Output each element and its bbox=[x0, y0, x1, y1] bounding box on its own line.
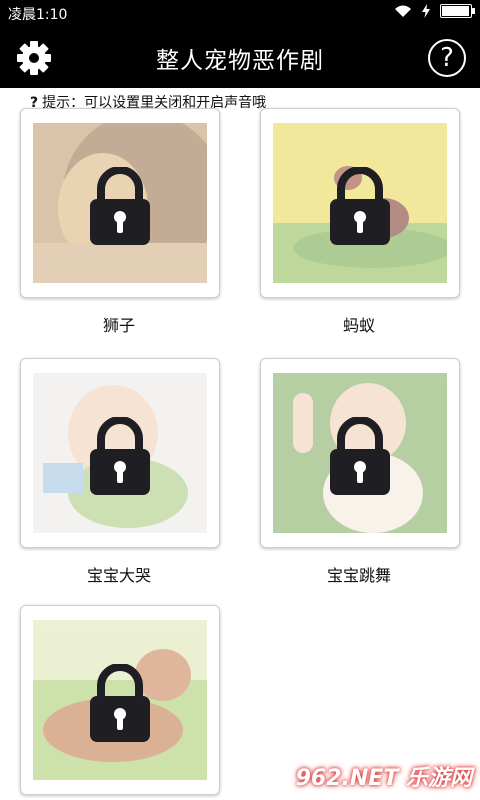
card-lion[interactable] bbox=[20, 108, 220, 298]
lock-icon bbox=[330, 417, 390, 495]
ant-photo bbox=[273, 123, 447, 283]
battery-fill bbox=[442, 6, 469, 16]
card-dog[interactable] bbox=[20, 605, 220, 795]
lock-icon bbox=[90, 664, 150, 742]
watermark: 962.NET 乐游网 bbox=[295, 766, 472, 791]
crying-baby-photo bbox=[33, 373, 207, 533]
card-crying-baby[interactable] bbox=[20, 358, 220, 548]
battery-icon bbox=[440, 4, 475, 18]
lock-icon bbox=[330, 167, 390, 245]
card-dancing-baby[interactable] bbox=[260, 358, 460, 548]
status-bar: 凌晨1:10 bbox=[0, 0, 480, 26]
lion-photo bbox=[33, 123, 207, 283]
app-bar: 整人宠物恶作剧 ? bbox=[0, 26, 480, 88]
lock-icon bbox=[90, 167, 150, 245]
wifi-icon bbox=[394, 5, 412, 18]
charging-icon bbox=[422, 4, 430, 18]
help-button[interactable]: ? bbox=[428, 39, 466, 77]
help-icon: ? bbox=[440, 43, 454, 73]
card-label-lion: 狮子 bbox=[102, 316, 135, 335]
page-title: 整人宠物恶作剧 bbox=[156, 48, 324, 74]
card-label-ant: 蚂蚁 bbox=[342, 316, 375, 335]
dog-photo bbox=[33, 620, 207, 780]
card-label-dancing-baby: 宝宝跳舞 bbox=[326, 566, 391, 585]
dancing-baby-photo bbox=[273, 373, 447, 533]
status-icons bbox=[394, 4, 475, 18]
card-label-crying-baby: 宝宝大哭 bbox=[86, 566, 151, 585]
card-ant[interactable] bbox=[260, 108, 460, 298]
status-time: 凌晨1:10 bbox=[8, 7, 68, 23]
lock-icon bbox=[90, 417, 150, 495]
